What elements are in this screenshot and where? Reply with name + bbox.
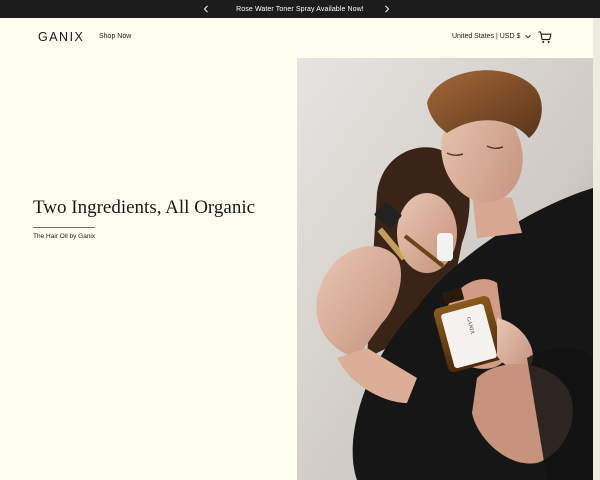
site-logo[interactable]: GANIX: [38, 30, 84, 44]
hero-subtitle: The Hair Oil by Ganix: [33, 233, 96, 240]
chevron-left-icon: [203, 5, 208, 13]
hero-title: Two Ingredients, All Organic: [33, 197, 256, 218]
locale-label: United States | USD $: [452, 33, 521, 40]
cart-icon: [538, 31, 552, 43]
announcement-next-button[interactable]: [380, 0, 394, 18]
announcement-text[interactable]: Rose Water Toner Spray Available Now!: [236, 6, 364, 13]
hero-divider: [33, 227, 95, 228]
nav-shop-now-link[interactable]: Shop Now: [99, 33, 131, 40]
announcement-bar: Rose Water Toner Spray Available Now!: [0, 0, 600, 18]
hero-image: GANIX: [297, 58, 593, 480]
locale-selector[interactable]: United States | USD $: [452, 33, 532, 40]
hero-text-panel: [0, 58, 297, 480]
scrollbar-track[interactable]: [593, 18, 600, 480]
chevron-right-icon: [385, 5, 390, 13]
cart-button[interactable]: [538, 31, 552, 44]
announcement-prev-button[interactable]: [199, 0, 213, 18]
chevron-down-icon: [525, 34, 532, 39]
site-header: GANIX Shop Now United States | USD $: [0, 18, 600, 58]
